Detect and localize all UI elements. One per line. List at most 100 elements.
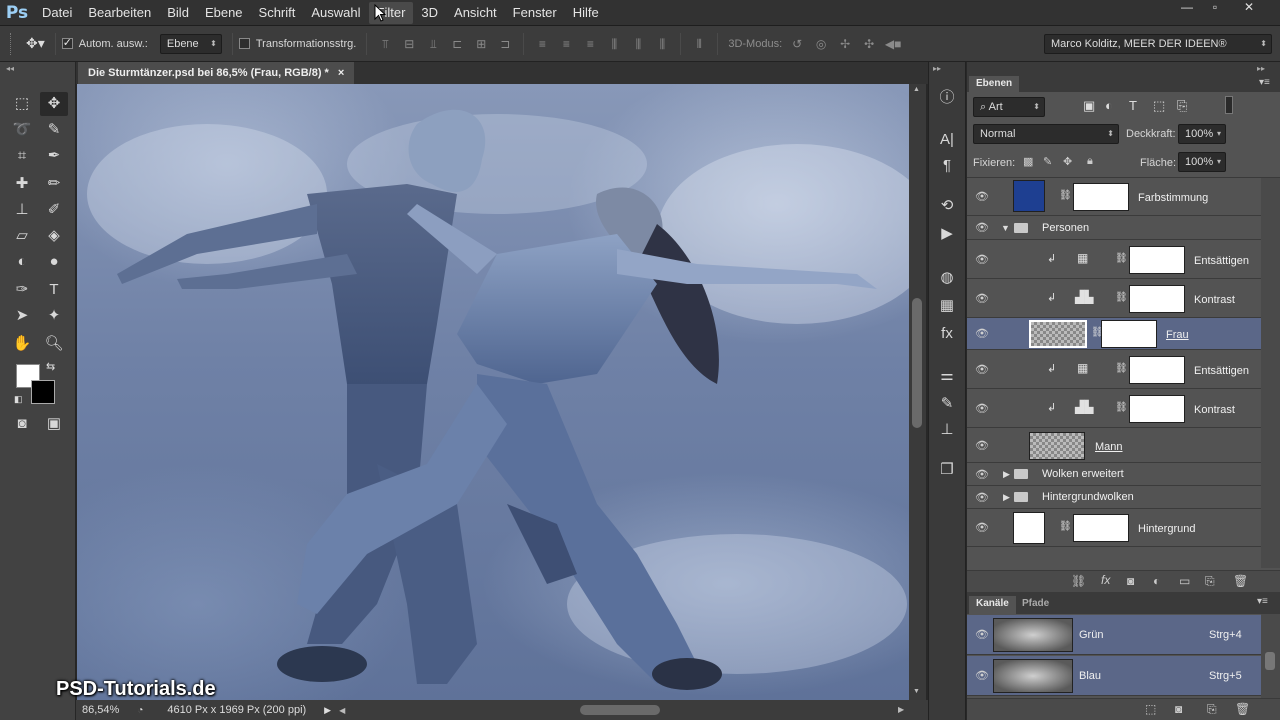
layer-style-icon[interactable]: fx bbox=[1101, 573, 1110, 587]
layer-row[interactable]: 👁︎ Mann bbox=[967, 428, 1261, 463]
scroll-right-icon[interactable]: ▶ bbox=[898, 705, 904, 714]
auto-align-icon[interactable]: ⫴ bbox=[690, 36, 708, 52]
align-bottom-icon[interactable]: ⫫ bbox=[424, 36, 442, 52]
distribute-right-icon[interactable]: ⫼ bbox=[653, 36, 671, 52]
layer-group-row[interactable]: 👁︎ ▶ Wolken erweitert bbox=[967, 463, 1261, 486]
layer-mask-thumbnail[interactable] bbox=[1129, 285, 1185, 313]
lock-image-icon[interactable]: ✎ bbox=[1043, 155, 1052, 168]
layers-scrollbar[interactable] bbox=[1261, 178, 1280, 568]
menu-bild[interactable]: Bild bbox=[159, 2, 197, 24]
opacity-field[interactable]: 100% ▾ bbox=[1178, 124, 1226, 144]
visibility-eye-icon[interactable]: 👁︎ bbox=[975, 253, 989, 267]
distribute-left-icon[interactable]: ⫼ bbox=[605, 36, 623, 52]
doc-info-icon[interactable]: ◔ bbox=[137, 705, 143, 716]
collapsed-triangle-icon[interactable]: ▶ bbox=[1003, 492, 1010, 503]
paint-bucket-tool-icon[interactable]: ◈ bbox=[40, 224, 68, 248]
lock-all-icon[interactable]: 🔒︎ bbox=[1087, 155, 1093, 168]
status-menu-arrow-icon[interactable]: ▶ bbox=[324, 705, 331, 716]
custom-shape-tool-icon[interactable]: ✦ bbox=[40, 304, 68, 328]
channels-scroll-thumb[interactable] bbox=[1265, 652, 1275, 670]
channel-row[interactable]: 👁︎ Grün Strg+4 bbox=[967, 615, 1261, 655]
menu-3d[interactable]: 3D bbox=[413, 2, 446, 24]
lock-transparent-icon[interactable]: ▩ bbox=[1023, 155, 1033, 168]
visibility-eye-icon[interactable]: 👁︎ bbox=[975, 468, 989, 482]
align-hcenter-icon[interactable]: ⊞ bbox=[472, 36, 490, 52]
scroll-up-icon[interactable]: ▲ bbox=[913, 86, 920, 93]
type-tool-icon[interactable]: T bbox=[40, 278, 68, 302]
layer-row[interactable]: 👁︎ ↲ ▟▙ ⛓︎ Kontrast bbox=[967, 389, 1261, 428]
distribute-bottom-icon[interactable]: ≡ bbox=[581, 36, 599, 52]
clone-stamp-tool-icon[interactable]: ⊥ bbox=[8, 198, 36, 222]
blend-mode-dropdown[interactable]: Normal ⬍ bbox=[973, 124, 1119, 144]
eraser-tool-icon[interactable]: ▱ bbox=[8, 224, 36, 248]
close-icon[interactable]: ✕ bbox=[1234, 0, 1264, 14]
visibility-eye-icon[interactable]: 👁︎ bbox=[975, 521, 989, 535]
load-channel-selection-icon[interactable]: ⬚ bbox=[1145, 702, 1156, 716]
brush-tool-icon[interactable]: ✏ bbox=[40, 172, 68, 196]
panel-menu-icon[interactable]: ▾≡ bbox=[1259, 77, 1270, 88]
tab-ebenen[interactable]: Ebenen bbox=[969, 76, 1020, 92]
default-colors-icon[interactable]: ◧ bbox=[14, 394, 23, 405]
character-panel-icon[interactable]: A| bbox=[934, 128, 960, 152]
filter-shape-icon[interactable]: ⬚ bbox=[1153, 98, 1165, 114]
layer-group-row[interactable]: 👁︎ ▶ Hintergrundwolken bbox=[967, 486, 1261, 509]
layer-row[interactable]: 👁︎ ↲ ▦ ⛓︎ Entsättigen bbox=[967, 350, 1261, 389]
new-layer-icon[interactable]: ⎘ bbox=[1205, 574, 1215, 589]
filter-smart-object-icon[interactable]: ⎘ bbox=[1177, 98, 1187, 114]
menu-ansicht[interactable]: Ansicht bbox=[446, 2, 505, 24]
healing-brush-tool-icon[interactable]: ✚ bbox=[8, 172, 36, 196]
fx-panel-icon[interactable]: fx bbox=[934, 322, 960, 346]
path-selection-tool-icon[interactable]: ➤ bbox=[8, 304, 36, 328]
auto-select-checkbox[interactable] bbox=[61, 36, 73, 49]
layer-filter-dropdown[interactable]: ⌕ Art ⬍ bbox=[973, 97, 1045, 117]
filter-toggle-switch[interactable] bbox=[1225, 96, 1233, 114]
layer-row[interactable]: 👁︎ ⛓︎ Hintergrund bbox=[967, 509, 1261, 547]
quick-selection-tool-icon[interactable]: ✎ bbox=[40, 118, 68, 142]
align-right-icon[interactable]: ⊐ bbox=[496, 36, 514, 52]
add-mask-icon[interactable]: ◙ bbox=[1127, 574, 1134, 588]
visibility-eye-icon[interactable]: 👁︎ bbox=[975, 402, 989, 416]
layer-group-row[interactable]: 👁︎ ▼ Personen bbox=[967, 216, 1261, 240]
new-adjustment-icon[interactable]: ◐ bbox=[1153, 574, 1160, 588]
visibility-eye-icon[interactable]: 👁︎ bbox=[975, 363, 989, 377]
distribute-top-icon[interactable]: ≡ bbox=[533, 36, 551, 52]
save-selection-icon[interactable]: ◙ bbox=[1175, 702, 1182, 716]
scroll-left-icon[interactable]: ◀ bbox=[339, 706, 345, 715]
collapse-panel-icon[interactable]: ◂◂ bbox=[6, 64, 14, 73]
auto-select-target-dropdown[interactable]: Ebene ⬍ bbox=[159, 33, 222, 54]
vertical-scroll-thumb[interactable] bbox=[912, 298, 922, 428]
align-top-icon[interactable]: ⫪ bbox=[376, 36, 394, 52]
delete-channel-icon[interactable]: 🗑︎ bbox=[1235, 702, 1250, 716]
marquee-tool-icon[interactable]: ⬚ bbox=[8, 92, 36, 116]
swap-colors-icon[interactable]: ⇆ bbox=[46, 360, 55, 373]
chain-link-icon[interactable]: ⛓︎ bbox=[1115, 363, 1128, 374]
3d-panel-icon[interactable]: ❒ bbox=[934, 458, 960, 482]
distribute-vcenter-icon[interactable]: ≡ bbox=[557, 36, 575, 52]
chain-link-icon[interactable]: ⛓︎ bbox=[1059, 190, 1072, 201]
link-layers-icon[interactable]: ⛓︎ bbox=[1071, 574, 1086, 588]
pen-tool-icon[interactable]: ✑ bbox=[8, 278, 36, 302]
smart-object-thumbnail[interactable] bbox=[1029, 432, 1085, 460]
filter-adjustment-icon[interactable]: ◐ bbox=[1105, 98, 1113, 113]
eyedropper-tool-icon[interactable]: ✒ bbox=[40, 144, 68, 168]
lasso-tool-icon[interactable]: ➰ bbox=[8, 118, 36, 142]
layer-mask-thumbnail[interactable] bbox=[1129, 395, 1185, 423]
3d-roll-icon[interactable]: ◎ bbox=[812, 36, 830, 52]
document-canvas[interactable] bbox=[77, 84, 909, 700]
workspace-dropdown[interactable]: Marco Kolditz, MEER DER IDEEN® ⬍ bbox=[1044, 34, 1272, 54]
visibility-eye-icon[interactable]: 👁︎ bbox=[975, 439, 989, 453]
layer-mask-thumbnail[interactable] bbox=[1129, 356, 1185, 384]
new-channel-icon[interactable]: ⎘ bbox=[1207, 702, 1217, 717]
restore-icon[interactable]: ▫ bbox=[1200, 0, 1230, 14]
layer-row[interactable]: 👁︎ ⛓︎ Farbstimmung bbox=[967, 178, 1261, 216]
styles-panel-icon[interactable]: ▦ bbox=[934, 294, 960, 318]
3d-scale-icon[interactable]: ◀■ bbox=[884, 36, 902, 52]
menu-fenster[interactable]: Fenster bbox=[505, 2, 565, 24]
menu-ebene[interactable]: Ebene bbox=[197, 2, 251, 24]
expanded-triangle-icon[interactable]: ▼ bbox=[1001, 223, 1010, 233]
visibility-eye-icon[interactable]: 👁︎ bbox=[975, 669, 989, 683]
distribute-hcenter-icon[interactable]: ⫼ bbox=[629, 36, 647, 52]
tab-kanaele[interactable]: Kanäle bbox=[969, 596, 1016, 614]
close-document-icon[interactable]: × bbox=[338, 67, 344, 79]
background-color-swatch[interactable] bbox=[31, 380, 55, 404]
